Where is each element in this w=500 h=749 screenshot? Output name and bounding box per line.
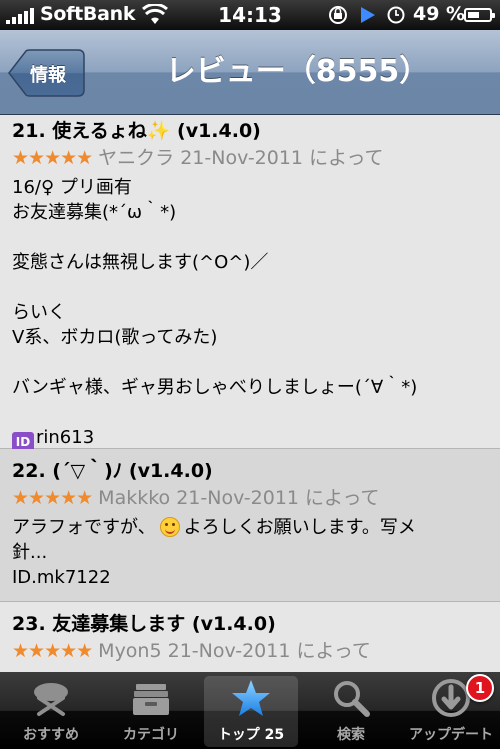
navigation-bar: 情報 レビュー（8555）: [0, 30, 500, 115]
tab-featured[interactable]: おすすめ: [2, 672, 100, 749]
review-item[interactable]: 21. 使えるょね✨ (v1.4.0) ★★★★★ ヤニクラ 21-Nov-201…: [0, 115, 500, 452]
update-count-badge: 1: [466, 674, 494, 702]
battery-icon: [464, 8, 495, 22]
tab-label: カテゴリ: [123, 727, 179, 743]
back-button-label: 情報: [30, 65, 66, 86]
review-title: 22. (´▽｀)ﾉ (v1.4.0): [12, 460, 213, 482]
tab-bar: おすすめ カテゴリ トップ 25 検索 1 アップデート: [0, 672, 500, 749]
review-body: アラフォですが、 よろしくお願いします。写メ 針... ID.mk7122: [12, 511, 488, 590]
tab-categories[interactable]: カテゴリ: [102, 672, 200, 749]
review-author-date: ヤニクラ 21-Nov-2011 によって: [98, 147, 384, 169]
review-line: 16/♀ プリ画有: [12, 177, 132, 198]
review-item[interactable]: 22. (´▽｀)ﾉ (v1.4.0) ★★★★★ Makkko 21-Nov-2…: [0, 449, 500, 602]
review-line: [12, 275, 488, 300]
tab-search[interactable]: 検索: [302, 672, 400, 749]
review-list[interactable]: 21. 使えるょね✨ (v1.4.0) ★★★★★ ヤニクラ 21-Nov-201…: [0, 115, 500, 672]
tab-updates[interactable]: 1 アップデート: [402, 672, 500, 749]
featured-icon: [34, 683, 68, 716]
tab-top25[interactable]: トップ 25: [202, 672, 300, 749]
review-line: [12, 225, 488, 250]
play-icon: [361, 7, 375, 23]
alarm-icon: [387, 6, 405, 24]
tab-label: トップ 25: [217, 727, 285, 743]
review-line: 針...: [12, 542, 48, 563]
review-line: バンギャ様、ギャ男おしゃべりしましょー(´∀｀*): [12, 377, 418, 398]
review-item[interactable]: 23. 友達募集します (v1.4.0) ★★★★★ Myon5 21-Nov-2…: [0, 602, 500, 672]
categories-icon: [133, 684, 169, 715]
search-icon: [334, 681, 370, 717]
page-title: レビュー（8555）: [165, 54, 430, 89]
review-line: アラフォですが、 よろしくお願いします。写メ: [12, 517, 416, 538]
review-line: らいく: [12, 302, 66, 323]
back-button[interactable]: 情報: [8, 49, 85, 97]
review-meta: ★★★★★ Makkko 21-Nov-2011 によって: [12, 485, 488, 511]
review-meta: ★★★★★ ヤニクラ 21-Nov-2011 によって: [12, 145, 488, 171]
review-meta: ★★★★★ Myon5 21-Nov-2011 によって: [12, 638, 488, 664]
review-id-line: ID rin613: [12, 425, 488, 452]
smiley-icon: [159, 517, 180, 537]
status-bar: SoftBank 14:13 49 %: [0, 0, 500, 30]
star-icon: [232, 680, 270, 716]
rating-stars: ★★★★★: [12, 147, 93, 169]
rating-stars: ★★★★★: [12, 487, 93, 509]
review-line: ID.mk7122: [12, 567, 111, 588]
review-line: [12, 400, 488, 425]
review-author-date: Makkko 21-Nov-2011 によって: [98, 487, 380, 509]
tab-label: おすすめ: [23, 727, 79, 743]
sparkle-icon: ✨: [146, 120, 171, 142]
review-author-date: Myon5 21-Nov-2011 によって: [98, 640, 371, 662]
review-line: お友達募集(*´ω｀*): [12, 202, 177, 223]
review-line: 変態さんは無視します(^O^)／: [12, 252, 269, 273]
updates-icon: [432, 679, 470, 717]
review-body: 16/♀ プリ画有 お友達募集(*´ω｀*) 変態さんは無視します(^O^)／ …: [12, 171, 488, 452]
review-title: 23. 友達募集します (v1.4.0): [12, 613, 276, 635]
battery-percent: 49 %: [413, 3, 466, 25]
review-line: [12, 350, 488, 375]
tab-label: アップデート: [409, 727, 493, 743]
review-title: 21. 使えるょね✨ (v1.4.0): [12, 120, 261, 142]
review-line: V系、ボカロ(歌ってみた): [12, 327, 218, 348]
tab-label: 検索: [337, 727, 365, 743]
rating-stars: ★★★★★: [12, 640, 93, 662]
rotation-lock-icon: [329, 6, 347, 24]
